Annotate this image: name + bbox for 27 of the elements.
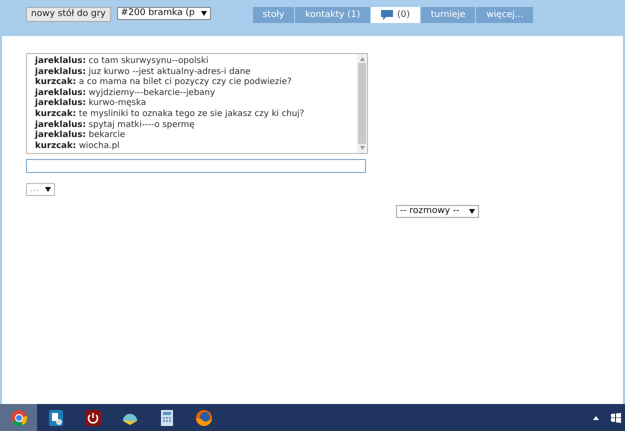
- chat-message: kurzcak: wiocha.pl: [35, 140, 121, 152]
- table-select[interactable]: #200 bramka (p: [116, 7, 211, 20]
- caret-icon: [469, 208, 475, 214]
- power-icon[interactable]: [84, 408, 102, 426]
- caret-icon: [200, 11, 207, 16]
- caret-icon: [44, 187, 51, 192]
- tab[interactable]: (0): [371, 7, 420, 23]
- conversations-select[interactable]: -- rozmowy --: [396, 204, 479, 218]
- chat-message: jareklalus: bekarcie: [35, 130, 126, 141]
- chat-message: jareklalus: kurwo-męska: [35, 98, 148, 109]
- tab[interactable]: kontakty (1): [295, 7, 370, 23]
- speech-bubble-icon: [381, 10, 394, 20]
- chat-message: kurzcak: a co mama na bilet ci pozyczy czy cie podwiezie?: [35, 77, 293, 88]
- document-gear-icon[interactable]: [46, 408, 64, 426]
- tab[interactable]: turnieje: [420, 7, 476, 23]
- chat-message: jareklalus: juz kurwo --jest aktualny-adres-i dane: [35, 66, 252, 78]
- chat-message: kurzcak: te mysliniki to oznaka tego ze sie jakasz czy ki chuj?: [35, 108, 306, 120]
- chat-message: jareklalus: co tam skurwysynu--opolski: [35, 56, 210, 67]
- tab[interactable]: stoły: [252, 7, 294, 23]
- chat-message: jareklalus: wyjdziemy---bekarcie--jebany: [35, 88, 216, 98]
- tab[interactable]: więcej...: [476, 7, 534, 23]
- up-arrow-icon[interactable]: [593, 416, 599, 420]
- message-input[interactable]: [26, 159, 366, 174]
- small-select[interactable]: ...: [26, 183, 55, 196]
- chat-message: jareklalus: spytaj matki----o spermę: [35, 120, 196, 130]
- new-table-button[interactable]: nowy stół do gry: [26, 7, 111, 22]
- windows-logo-icon[interactable]: [611, 412, 621, 422]
